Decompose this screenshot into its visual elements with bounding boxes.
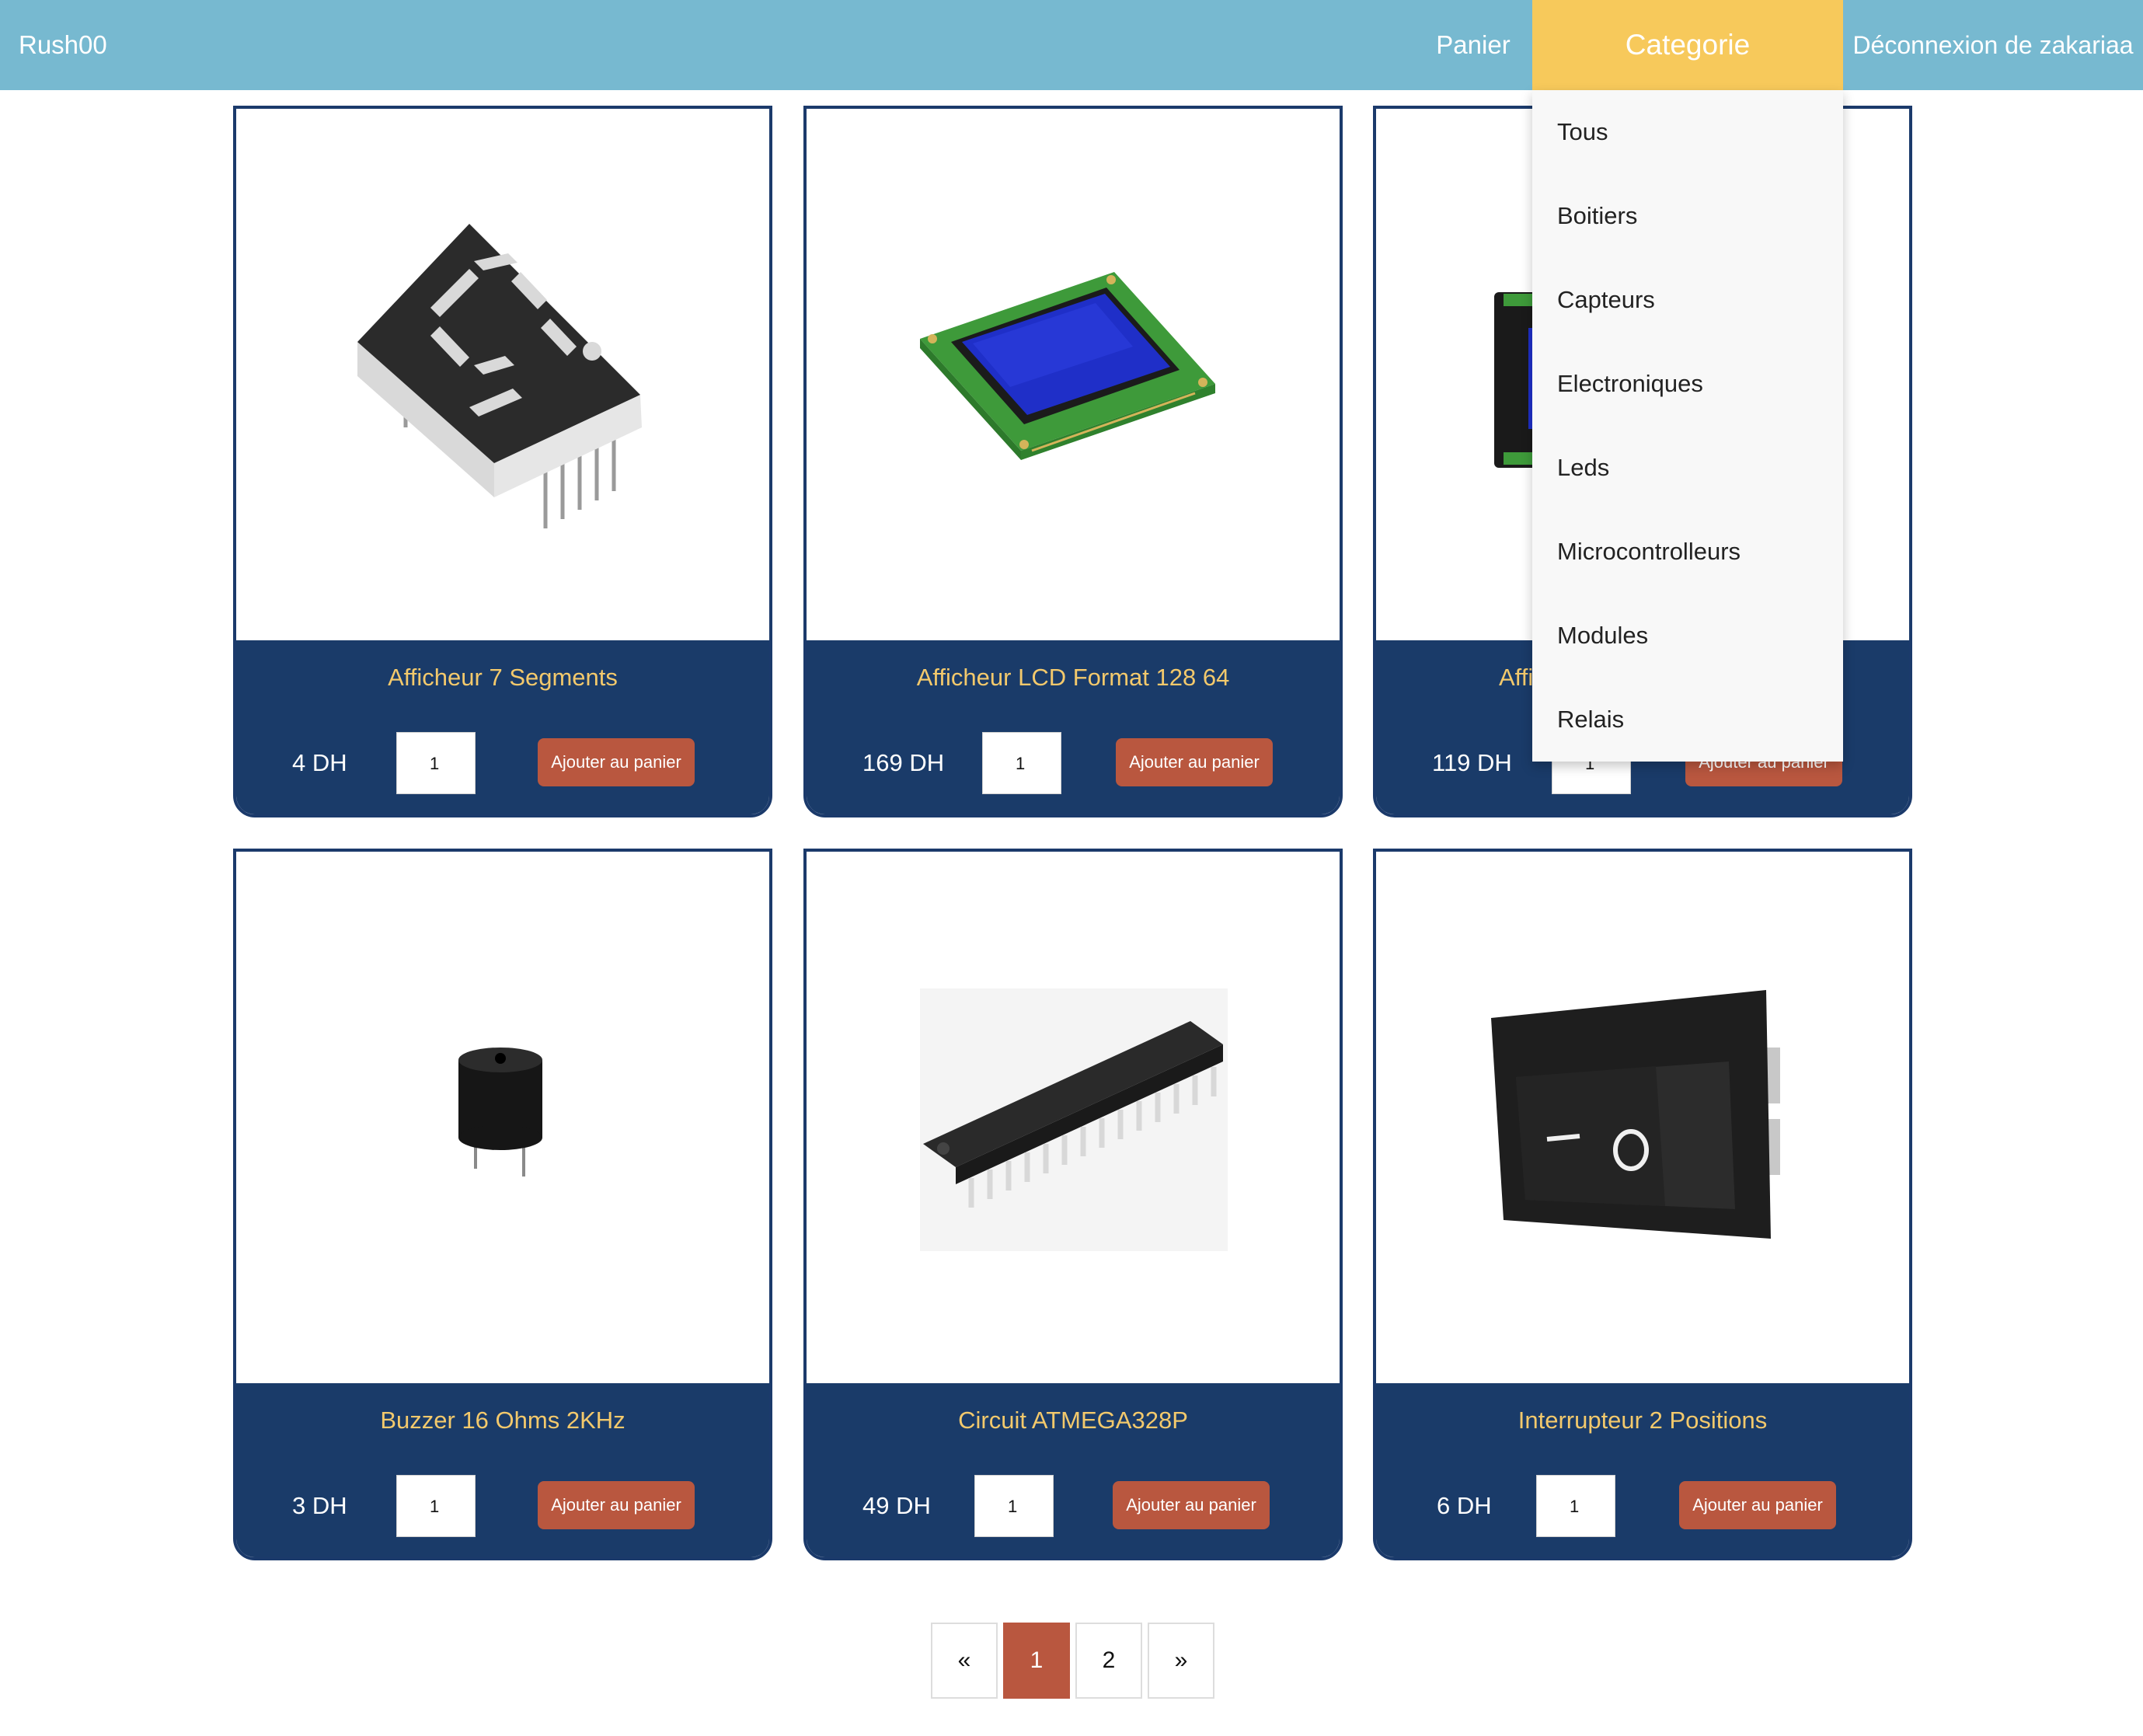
product-card: Afficheur LCD Format 128 64 169 DH 1 Ajo… [803,106,1343,817]
pagination-next-button[interactable]: » [1148,1623,1214,1699]
category-item-boitiers[interactable]: Boitiers [1557,193,1637,239]
quantity-input[interactable]: 1 [982,732,1061,794]
product-card: Circuit ATMEGA328P 49 DH 1 Ajouter au pa… [803,849,1343,1560]
category-dropdown-menu: Tous Boitiers Capteurs Electroniques Led… [1532,90,1843,762]
product-card-footer: Buzzer 16 Ohms 2KHz 3 DH 1 Ajouter au pa… [236,1383,769,1557]
quantity-input[interactable]: 1 [396,1475,476,1537]
rocker-switch-icon [1491,990,1780,1239]
seven-segment-display-icon [357,224,642,528]
nav-cart-link[interactable]: Panier [1414,0,1532,90]
quantity-input[interactable]: 1 [974,1475,1054,1537]
product-price: 6 DH [1437,1492,1492,1519]
product-card: Interrupteur 2 Positions 6 DH 1 Ajouter … [1373,849,1912,1560]
product-card-footer: Circuit ATMEGA328P 49 DH 1 Ajouter au pa… [807,1383,1340,1557]
pagination-page-1[interactable]: 1 [1003,1623,1070,1699]
add-to-cart-button[interactable]: Ajouter au panier [538,1481,695,1529]
category-item-modules[interactable]: Modules [1557,612,1648,659]
product-title[interactable]: Afficheur LCD Format 128 64 [807,664,1340,692]
category-item-capteurs[interactable]: Capteurs [1557,277,1655,323]
product-title[interactable]: Circuit ATMEGA328P [807,1407,1340,1434]
buzzer-icon [458,1048,542,1177]
quantity-input[interactable]: 1 [1536,1475,1615,1537]
product-image[interactable] [1376,852,1909,1383]
product-image[interactable] [236,109,769,640]
product-title[interactable]: Afficheur 7 Segments [236,664,769,692]
product-card: Afficheur 7 Segments 4 DH 1 Ajouter au p… [233,106,772,817]
pagination-page-2[interactable]: 2 [1075,1623,1142,1699]
nav-logout-link[interactable]: Déconnexion de zakariaa [1843,0,2143,90]
product-price: 3 DH [292,1492,347,1519]
add-to-cart-button[interactable]: Ajouter au panier [1679,1481,1836,1529]
product-price: 49 DH [862,1492,931,1519]
pagination-prev-button[interactable]: « [931,1623,998,1699]
category-item-microcontrolleurs[interactable]: Microcontrolleurs [1557,528,1741,575]
quantity-input[interactable]: 1 [396,732,476,794]
product-title[interactable]: Affi [1499,664,1533,692]
product-image[interactable] [807,852,1340,1383]
category-item-electroniques[interactable]: Electroniques [1557,361,1703,407]
product-title[interactable]: Buzzer 16 Ohms 2KHz [236,1407,769,1434]
product-price: 119 DH [1432,749,1512,776]
nav-category-dropdown-toggle[interactable]: Categorie [1532,0,1843,90]
add-to-cart-button[interactable]: Ajouter au panier [1116,738,1273,786]
product-price: 4 DH [292,749,347,776]
atmega-chip-icon [920,988,1228,1251]
category-item-relais[interactable]: Relais [1557,696,1624,743]
product-card-footer: Afficheur LCD Format 128 64 169 DH 1 Ajo… [807,640,1340,814]
product-title[interactable]: Interrupteur 2 Positions [1376,1407,1909,1434]
add-to-cart-button[interactable]: Ajouter au panier [538,738,695,786]
product-card: Buzzer 16 Ohms 2KHz 3 DH 1 Ajouter au pa… [233,849,772,1560]
product-price: 169 DH [862,749,945,776]
lcd-display-icon [920,272,1215,460]
category-item-leds[interactable]: Leds [1557,444,1609,491]
brand-link[interactable]: Rush00 [19,0,107,90]
add-to-cart-button[interactable]: Ajouter au panier [1113,1481,1270,1529]
product-image[interactable] [807,109,1340,640]
product-card-footer: Afficheur 7 Segments 4 DH 1 Ajouter au p… [236,640,769,814]
category-item-tous[interactable]: Tous [1557,109,1608,155]
product-card-footer: Interrupteur 2 Positions 6 DH 1 Ajouter … [1376,1383,1909,1557]
product-image[interactable] [236,852,769,1383]
top-navbar: Rush00 Panier Categorie Déconnexion de z… [0,0,2143,90]
